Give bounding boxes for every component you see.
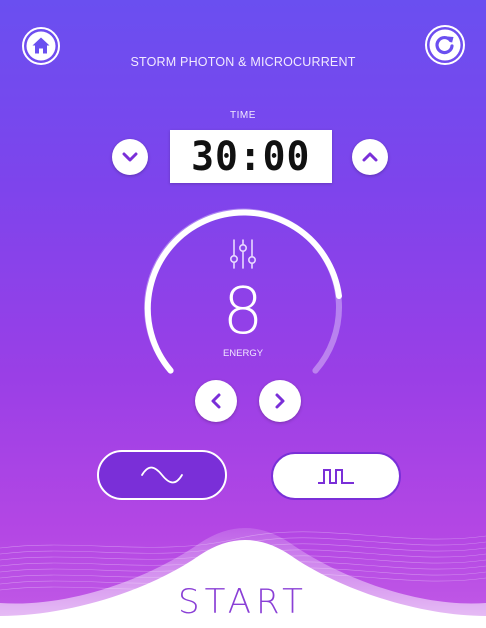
sliders-icon [229,239,256,269]
energy-label: ENERGY [222,348,264,359]
time-display: 30:00 [170,130,332,183]
square-wave-icon [318,469,354,484]
refresh-button[interactable] [425,25,465,65]
chevron-right-icon [275,393,285,409]
time-value: 30:00 [191,133,311,180]
time-increase-button[interactable] [352,139,388,175]
chevron-left-icon [211,393,221,409]
time-label: TIME [230,110,256,121]
waveform-square-button[interactable] [271,452,401,500]
start-button[interactable]: START [0,582,486,622]
energy-decrease-button[interactable] [195,380,237,422]
chevron-down-icon [122,152,138,162]
sine-wave-icon [141,466,183,484]
app-title: STORM PHOTON & MICROCURRENT [130,55,356,69]
energy-increase-button[interactable] [259,380,301,422]
waveform-sine-button[interactable] [97,450,227,500]
energy-value: 8 [222,275,264,349]
refresh-icon [429,29,460,60]
chevron-up-icon [362,152,378,162]
time-decrease-button[interactable] [112,139,148,175]
